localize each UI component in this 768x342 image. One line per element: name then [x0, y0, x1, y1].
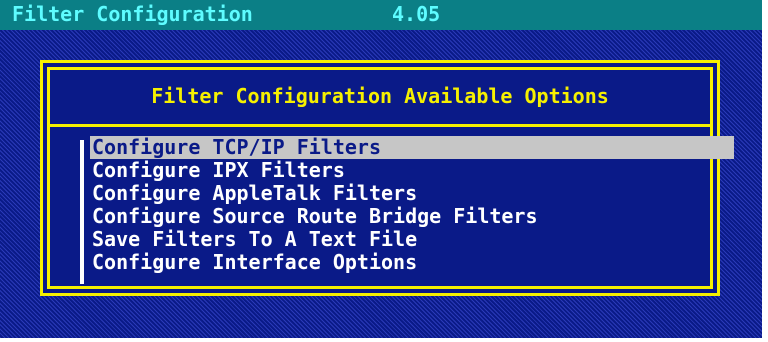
menu-item-configure-appletalk-filters[interactable]: Configure AppleTalk Filters [90, 182, 734, 205]
app-version: 4.05 [392, 2, 441, 26]
menu-item-configure-source-route-bridge-filters[interactable]: Configure Source Route Bridge Filters [90, 205, 734, 228]
menu-item-configure-ipx-filters[interactable]: Configure IPX Filters [90, 159, 734, 182]
menu-item-configure-interface-options[interactable]: Configure Interface Options [90, 251, 734, 274]
dos-screen: Filter Configuration 4.05 Filter Configu… [0, 0, 762, 338]
dialog-title: Filter Configuration Available Options [151, 84, 609, 108]
options-dialog: Filter Configuration Available Options C… [40, 60, 734, 296]
menu-left-bar [80, 140, 84, 284]
menu-item-save-filters-to-text-file[interactable]: Save Filters To A Text File [90, 228, 734, 251]
dialog-inner-frame: Filter Configuration Available Options C… [47, 67, 734, 289]
title-bar: Filter Configuration 4.05 [0, 0, 762, 30]
options-menu: Configure TCP/IP Filters Configure IPX F… [90, 136, 734, 274]
app-title: Filter Configuration [12, 2, 253, 26]
title-divider [50, 124, 710, 127]
menu-item-configure-tcpip-filters[interactable]: Configure TCP/IP Filters [90, 136, 734, 159]
